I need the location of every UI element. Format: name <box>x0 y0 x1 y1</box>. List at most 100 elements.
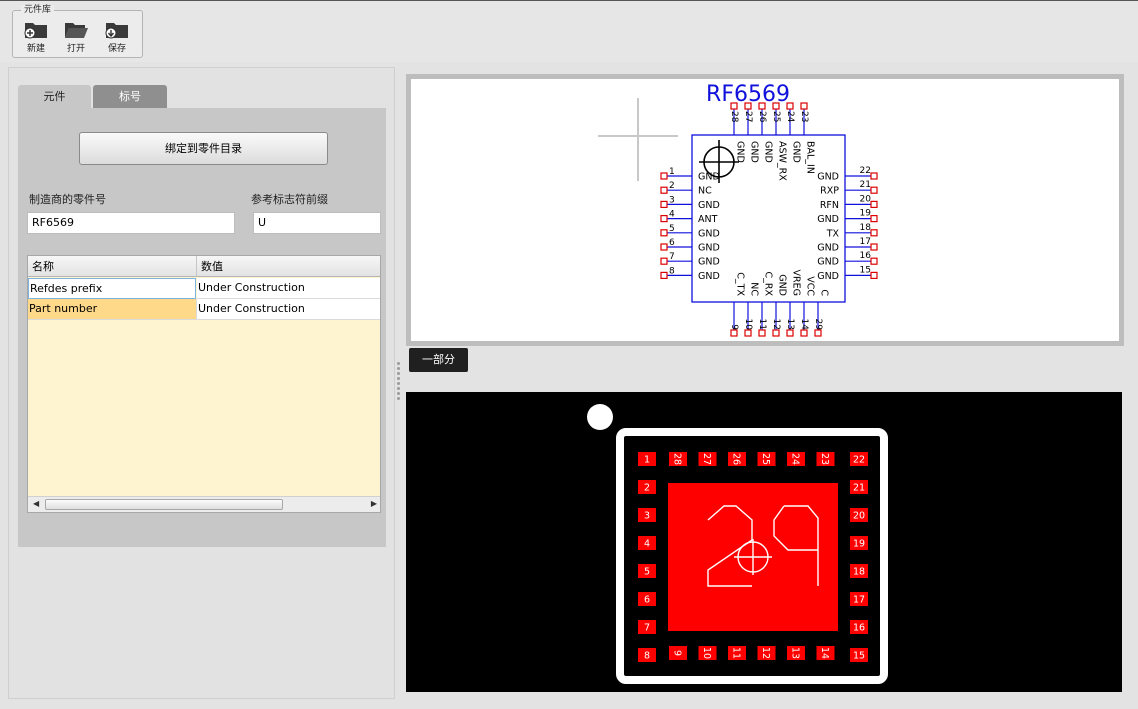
pin-name: GND <box>791 141 802 163</box>
pin-number: 10 <box>743 319 753 331</box>
pin-name: GND <box>817 243 839 254</box>
footprint-view[interactable]: 1 2 3 4 5 6 7 8 22 21 20 19 18 17 16 15 28 27 26 25 24 23 9 10 1… <box>406 392 1122 692</box>
open-button-label: 打开 <box>66 44 85 54</box>
pad-number: 11 <box>731 647 742 659</box>
tab-part[interactable]: 元件 <box>18 85 91 108</box>
pin-number: 29 <box>813 319 823 331</box>
origin-crosshair-icon <box>598 98 678 181</box>
pin-number: 9 <box>729 324 739 330</box>
pin-end <box>660 200 668 209</box>
part-properties-panel: 元件 标号 绑定到零件目录 制造商的零件号 参考标志符前缀 RF6569 U 名… <box>8 67 395 699</box>
pin-end <box>786 329 794 337</box>
pin-end <box>660 215 668 223</box>
pin-name: RFN <box>820 200 839 211</box>
pin1-marker <box>587 404 613 430</box>
pin-end <box>744 329 752 337</box>
pin-end <box>870 186 878 194</box>
pad-number: 24 <box>790 453 801 465</box>
pin-name: VCC <box>805 276 816 296</box>
pad-number: 1 <box>644 455 650 466</box>
pin-end <box>870 172 878 180</box>
scroll-right-icon[interactable]: ▶ <box>371 499 377 508</box>
pad-number: 21 <box>853 483 865 494</box>
pin-end <box>660 257 668 265</box>
pin-name: ASW_RX <box>777 141 788 181</box>
pin-number: 18 <box>860 223 872 233</box>
pin-number: 6 <box>669 238 675 248</box>
pin-end <box>870 229 878 237</box>
pin-name: C_TX <box>735 272 746 296</box>
pin-end <box>730 329 738 337</box>
pin-name: TX <box>826 228 840 239</box>
pad-number: 9 <box>672 650 683 656</box>
mfr-part-field[interactable]: RF6569 <box>27 212 235 234</box>
folder-save-icon <box>105 23 128 39</box>
pin-number: 8 <box>669 266 675 276</box>
pin-end <box>772 102 780 110</box>
tab-label[interactable]: 标号 <box>93 85 167 108</box>
pin-number: 17 <box>860 237 871 247</box>
pin-number: 25 <box>771 111 781 122</box>
horizontal-scrollbar[interactable]: ◀ ▶ <box>28 496 380 512</box>
pin-number: 21 <box>860 180 871 190</box>
bind-to-catalog-button[interactable]: 绑定到零件目录 <box>79 132 328 165</box>
pin-end <box>660 271 668 279</box>
pad-number: 2 <box>644 483 650 494</box>
pin-name: GND <box>698 228 720 239</box>
pin-end <box>660 229 668 237</box>
pin-name: RXP <box>820 186 839 197</box>
pad-number: 8 <box>644 651 650 662</box>
scroll-left-icon[interactable]: ◀ <box>33 499 39 508</box>
column-header-value[interactable]: 数值 <box>197 256 380 277</box>
pad-number: 22 <box>853 455 865 466</box>
save-button[interactable]: 保存 <box>100 17 134 55</box>
table-cell-value[interactable]: Under Construction <box>197 278 380 299</box>
pin-name: C <box>819 289 830 296</box>
app-window: 元件库 新建 打开 保存 元件 标号 绑定到零件目录 制造商的零件号 参考标志符… <box>0 0 1138 709</box>
table-cell-value[interactable]: Under Construction <box>197 299 380 320</box>
pin-number: 27 <box>743 111 753 122</box>
pin-number: 23 <box>799 111 809 122</box>
section-button[interactable]: 一部分 <box>409 348 468 372</box>
refdes-prefix-field[interactable]: U <box>253 212 381 234</box>
pin-end <box>758 329 766 337</box>
library-group-title: 元件库 <box>21 5 55 16</box>
pin-name: GND <box>698 257 720 268</box>
column-header-name[interactable]: 名称 <box>28 256 197 277</box>
pin-number: 14 <box>799 319 809 331</box>
pad-number: 25 <box>760 453 771 465</box>
pin-end <box>660 243 668 251</box>
tab-content: 绑定到零件目录 制造商的零件号 参考标志符前缀 RF6569 U 名称 数值 R… <box>18 108 386 547</box>
pad-number: 16 <box>853 623 865 634</box>
pin-end <box>870 257 878 265</box>
folder-open-icon <box>65 23 88 38</box>
footprint-canvas[interactable]: 12345678222120191817161528 27 26 25 24 239 10 1… <box>406 392 1122 692</box>
pin-name: GND <box>698 243 720 254</box>
pin-end <box>772 329 780 337</box>
pin-end <box>870 215 878 223</box>
open-button[interactable]: 打开 <box>59 17 93 55</box>
pin-number: 3 <box>669 195 675 205</box>
pin-number: 4 <box>669 210 675 220</box>
pin-name: BAL_IN <box>805 141 816 174</box>
pin-end <box>814 329 822 337</box>
pin-name: GND <box>735 141 746 163</box>
pin-name: NC <box>749 282 760 296</box>
scrollbar-thumb[interactable] <box>45 499 283 510</box>
panel-splitter[interactable] <box>396 362 401 406</box>
pin-name: GND <box>777 274 788 296</box>
schematic-view[interactable]: RF6569 1 GND 2 NC 3 GND 4 ANT 5 GND 6 GND 7 GND 8 GND 22… <box>411 79 1119 341</box>
table-cell-name[interactable]: Part number <box>28 299 197 320</box>
mfr-part-label: 制造商的零件号 <box>29 193 106 206</box>
schematic-canvas[interactable]: RF6569 1 GND2 NC3 GND4 ANT5 GND6 GND7 GND8 GND22… <box>411 79 1119 341</box>
new-button-label: 新建 <box>26 44 45 54</box>
pin-number: 11 <box>757 319 767 330</box>
table-cell-name[interactable]: Refdes prefix <box>28 278 196 299</box>
refdes-prefix-label: 参考标志符前缀 <box>251 193 328 206</box>
pad-number: 17 <box>853 595 865 606</box>
pin-end <box>800 329 808 337</box>
pin-name: C_RX <box>763 272 774 297</box>
new-button[interactable]: 新建 <box>19 17 53 55</box>
pad-number: 18 <box>853 567 865 578</box>
pin-name: GND <box>817 257 839 268</box>
